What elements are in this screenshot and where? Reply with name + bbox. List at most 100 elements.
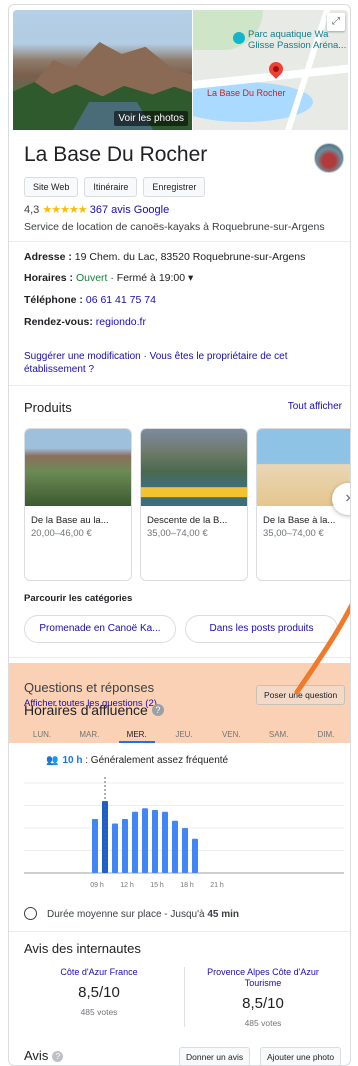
tab-day[interactable]: JEU.: [166, 730, 202, 743]
product-card[interactable]: De la Base au la... 20,00–46,00 €: [24, 428, 132, 581]
timer-icon: [24, 907, 37, 920]
review-score: 8,5/10: [78, 984, 120, 1001]
map-poi-icon: [233, 32, 245, 44]
business-logo[interactable]: [314, 143, 344, 173]
hours-row: Horaires : Ouvert · Fermé à 19:00 ▾: [24, 272, 194, 284]
people-icon: 👥: [46, 755, 59, 766]
suggest-edit-link[interactable]: Suggérer une modification · Vous êtes le…: [24, 350, 339, 376]
rating-row: 4,3 ★★★★★ 367 avis Google: [24, 203, 169, 216]
chart-bar: [192, 838, 198, 873]
product-name: De la Base au la...: [31, 515, 109, 526]
website-button[interactable]: Site Web: [24, 177, 79, 197]
save-button[interactable]: Enregistrer: [143, 177, 206, 197]
visit-duration: Durée moyenne sur place - Jusqu'à 45 min: [24, 907, 239, 920]
chart-tick-label: 18 h: [180, 882, 194, 889]
duration-text: Durée moyenne sur place - Jusqu'à: [47, 909, 205, 920]
directions-button[interactable]: Itinéraire: [84, 177, 138, 197]
chart-bar: [112, 823, 118, 873]
write-review-button[interactable]: Donner un avis: [179, 1047, 251, 1065]
tab-day[interactable]: VEN.: [213, 730, 249, 743]
rating-value: 4,3: [24, 204, 40, 216]
help-icon[interactable]: ?: [52, 1051, 64, 1062]
map-poi-label[interactable]: Parc aquatique Wa Glisse Passion Aréna..…: [248, 29, 348, 51]
review-votes: 485 votes: [80, 1007, 118, 1017]
phone-link[interactable]: 06 61 41 75 74: [86, 294, 156, 306]
rating-stars-icon: ★★★★★: [42, 204, 87, 216]
address-label: Adresse: [24, 251, 66, 263]
reviews-link[interactable]: 367 avis Google: [90, 204, 170, 216]
chart-tick-label: 15 h: [150, 882, 164, 889]
hours-dropdown[interactable]: · Fermé à 19:00 ▾: [110, 272, 193, 284]
tab-day[interactable]: SAM.: [261, 730, 297, 743]
address-value[interactable]: 19 Chem. du Lac, 83520 Roquebrune-sur-Ar…: [75, 251, 306, 263]
chart-bar: [182, 828, 188, 873]
location-map[interactable]: Parc aquatique Wa Glisse Passion Aréna..…: [193, 10, 348, 130]
address-row: Adresse : 19 Chem. du Lac, 83520 Roquebr…: [24, 251, 306, 263]
chart-bar: [162, 811, 168, 873]
review-source[interactable]: Provence Alpes Côte d'Azur Tourisme 8,5/…: [201, 967, 325, 1028]
review-source[interactable]: Côte d'Azur France 8,5/10 485 votes: [39, 967, 159, 1017]
web-reviews-title: Avis des internautes: [24, 941, 141, 956]
place-photo[interactable]: Voir les photos: [13, 10, 192, 130]
product-price: 35,00–74,00 €: [147, 528, 208, 539]
action-buttons: Site Web Itinéraire Enregistrer: [24, 177, 206, 197]
add-photo-button[interactable]: Ajouter une photo: [260, 1047, 342, 1065]
help-icon[interactable]: ?: [151, 704, 164, 716]
tab-day-active[interactable]: MER.: [118, 730, 155, 743]
product-price: 20,00–46,00 €: [31, 528, 92, 539]
review-score: 8,5/10: [242, 995, 284, 1012]
chart-tick-label: 09 h: [90, 882, 104, 889]
product-price: 35,00–74,00 €: [263, 528, 324, 539]
reviews-label: Avis: [24, 1048, 49, 1063]
category-chip[interactable]: Promenade en Canoë Ka...: [24, 615, 176, 643]
chart-bar: [92, 819, 98, 873]
page: Voir les photos Parc aquatique Wa Glisse…: [0, 0, 358, 1066]
questions-title: Questions et réponses: [24, 680, 155, 695]
product-name: Descente de la B...: [147, 515, 228, 526]
tab-day[interactable]: LUN.: [24, 730, 60, 743]
divider: [184, 967, 185, 1027]
media-header: Voir les photos Parc aquatique Wa Glisse…: [9, 5, 350, 130]
chart-bar: [122, 819, 128, 873]
divider: [9, 241, 350, 242]
review-votes: 485 votes: [244, 1018, 282, 1028]
open-status: Ouvert: [75, 272, 108, 284]
review-source-name[interactable]: Provence Alpes Côte d'Azur Tourisme: [201, 967, 325, 989]
expand-map-icon[interactable]: ⤢: [327, 13, 345, 31]
popular-times-label: Horaires d'affluence: [24, 702, 148, 718]
review-source-name[interactable]: Côte d'Azur France: [39, 967, 159, 978]
products-show-all-link[interactable]: Tout afficher: [288, 401, 342, 412]
phone-row: Téléphone : 06 61 41 75 74: [24, 294, 156, 306]
business-category: Service de location de canoës-kayaks à R…: [24, 221, 325, 233]
tab-day[interactable]: MAR.: [71, 730, 107, 743]
hours-label: Horaires: [24, 272, 67, 284]
products-title: Produits: [24, 400, 72, 415]
chart-tick-label: 12 h: [120, 882, 134, 889]
map-place-label: La Base Du Rocher: [207, 88, 286, 98]
booking-label: Rendez-vous: [24, 316, 90, 328]
product-image: [141, 429, 247, 506]
product-card[interactable]: Descente de la B... 35,00–74,00 €: [140, 428, 248, 581]
chart-bar: [172, 820, 178, 873]
chart-bar: [142, 808, 148, 873]
annotation-arrow: [294, 603, 350, 695]
tab-day[interactable]: DIM.: [308, 730, 344, 743]
place-title: La Base Du Rocher: [24, 143, 208, 166]
chart-bar: [132, 811, 138, 873]
chart-tick-label: 21 h: [210, 882, 224, 889]
product-image: [25, 429, 131, 506]
live-busyness: 👥 10 h : Généralement assez fréquenté: [46, 755, 228, 766]
booking-link[interactable]: regiondo.fr: [96, 316, 146, 328]
phone-label: Téléphone: [24, 294, 77, 306]
browse-categories-title: Parcourir les catégories: [24, 593, 133, 604]
booking-row: Rendez-vous: regiondo.fr: [24, 316, 146, 328]
divider: [9, 931, 350, 932]
divider: [9, 385, 350, 386]
chart-bar: [152, 810, 158, 873]
see-photos-button[interactable]: Voir les photos: [114, 111, 188, 126]
duration-value: 45 min: [207, 909, 240, 920]
popular-times-chart: 09 h 12 h 15 h 18 h 21 h: [24, 777, 344, 889]
reviews-title: Avis?: [24, 1048, 64, 1063]
knowledge-panel: Voir les photos Parc aquatique Wa Glisse…: [8, 4, 351, 1066]
live-text: : Généralement assez fréquenté: [85, 755, 229, 766]
